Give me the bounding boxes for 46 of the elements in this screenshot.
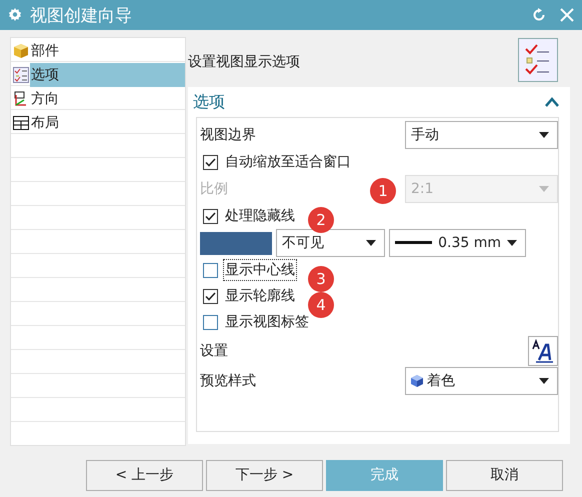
collapse-icon[interactable] [545,97,559,107]
wizard-button[interactable]: 下一步 > [206,460,323,490]
text-style-button[interactable] [528,336,558,366]
checkbox[interactable] [203,154,218,170]
color-swatch[interactable] [200,232,272,254]
section-title: 选项 [193,92,226,112]
checkbox[interactable] [203,208,218,224]
wizard-button[interactable]: < 上一步 [86,460,203,490]
window-title: 视图创建向导 [30,4,133,26]
dropdown-arrow-icon [539,378,549,384]
wizard-button[interactable]: 取消 [446,460,563,490]
dropdown[interactable]: 0.35 mm [389,229,526,257]
step-item[interactable]: 部件 [30,39,185,63]
dropdown[interactable]: 手动 [405,121,558,149]
dropdown[interactable]: 不可见 [276,229,385,257]
checkbox[interactable] [203,288,218,304]
dropdown-arrow-icon [507,240,517,246]
step-item[interactable]: 布局 [30,111,185,135]
close-icon[interactable] [560,8,574,22]
dropdown-arrow-icon [366,240,376,246]
checklist-icon [13,67,29,83]
checkbox[interactable] [203,314,218,330]
step-heading: 设置视图显示选项 [188,53,301,71]
dropdown-arrow-icon [539,132,549,138]
field-label: 视图边界 [200,126,256,144]
checklist-icon [518,38,558,82]
cube-icon [13,43,29,59]
checkbox-label: 显示中心线 [223,259,297,281]
checkbox-label: 处理隐藏线 [224,207,296,226]
checkbox-label: 显示视图标签 [224,313,310,332]
line-weight-icon [395,241,432,245]
dropdown-arrow-icon [539,186,549,192]
step-item[interactable]: 方向 [30,87,185,111]
checkbox-label: 自动缩放至适合窗口 [224,153,352,172]
cube-icon [411,375,423,387]
grid-icon [13,115,29,131]
checkbox[interactable] [203,262,218,278]
dropdown[interactable]: 着色 [405,367,558,395]
step-item[interactable]: 选项 [30,63,185,87]
reset-icon[interactable] [532,8,546,22]
axes-icon [13,91,29,107]
checkbox-label: 显示轮廓线 [224,287,296,306]
field-label: 比例 [200,180,228,198]
field-label: 设置 [200,342,228,360]
field-label: 预览样式 [200,372,256,390]
settings-icon [8,8,22,22]
